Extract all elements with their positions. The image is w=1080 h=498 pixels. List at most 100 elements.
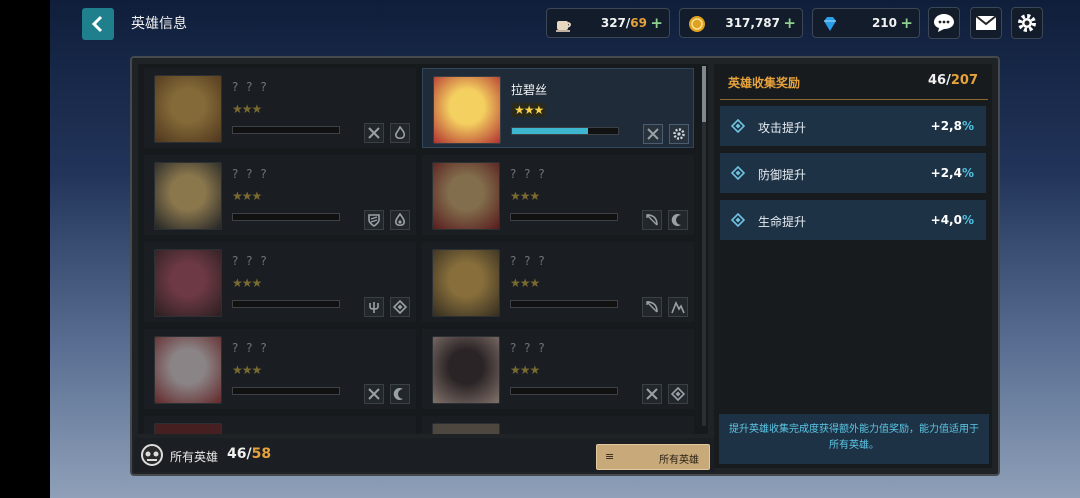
hero-progress-bar [232,387,340,395]
moon-icon[interactable] [668,210,688,230]
hero-stars: ★★★ [510,363,540,377]
diamond-bullet-icon [731,119,745,133]
reward-count: 46/207 [928,73,978,88]
hero-name: 拉碧丝 [511,83,548,97]
bow-icon[interactable] [642,297,662,317]
crossed-swords-icon[interactable] [643,124,663,144]
mail-button[interactable] [970,7,1002,39]
gold-coin-icon [689,16,705,32]
hero-card[interactable]: ? ? ? ★★★ [422,329,694,409]
stat-value: +4,0 [930,213,962,227]
diamond-value: 210 [871,16,897,30]
chat-bubble-icon [934,14,954,32]
filter-label: 所有英雄 [659,455,699,466]
moon-icon[interactable] [390,384,410,404]
hero-name: ? ? ? [510,254,547,268]
coffee-resource[interactable]: 327/69 + [546,8,670,38]
gold-add-icon[interactable]: + [783,14,796,32]
hero-stars: ★★★ [232,276,262,290]
stat-label: 攻击提升 [758,121,807,135]
chevron-left-icon [91,15,103,33]
hero-stars: ★★★ [511,103,547,117]
hero-card-partial[interactable] [422,416,694,434]
hero-name: ? ? ? [510,341,547,355]
shield-icon[interactable] [364,210,384,230]
rune-diamond-icon[interactable] [390,297,410,317]
hero-name: ? ? ? [232,80,269,94]
reward-divider [720,99,988,100]
gold-resource[interactable]: 317,787 + [679,8,803,38]
chat-button[interactable] [928,7,960,39]
stat-label: 生命提升 [758,215,807,229]
hero-portrait [432,336,500,404]
hero-card[interactable]: ? ? ? ★★★ [422,155,694,235]
hero-card[interactable]: ? ? ? ★★★ [144,242,416,322]
diamond-bullet-icon [731,166,745,180]
trident-icon[interactable] [364,297,384,317]
hero-portrait [432,423,500,434]
reward-count-value: 46 [928,73,947,88]
hero-stars: ★★★ [232,102,262,116]
hero-filter-button[interactable]: ≡ 所有英雄 [596,444,710,470]
scrollbar-thumb[interactable] [702,66,706,122]
hero-stars: ★★★ [510,276,540,290]
hero-card-partial[interactable] [144,416,416,434]
water-drop-icon[interactable] [390,210,410,230]
coffee-add-icon[interactable]: + [650,14,663,32]
hero-card[interactable]: ? ? ? ★★★ [422,242,694,322]
rune-diamond-icon[interactable] [668,384,688,404]
reward-title: 英雄收集奖励 [728,76,801,90]
hero-count-value: 46 [227,446,247,462]
hero-portrait [154,336,222,404]
hero-card[interactable]: ? ? ? ★★★ [144,155,416,235]
stat-percent: % [961,166,974,180]
hero-portrait [432,249,500,317]
gear-icon[interactable] [669,124,689,144]
settings-button[interactable] [1011,7,1043,39]
hero-card[interactable]: ? ? ? ★★★ [144,329,416,409]
hero-progress-bar [510,300,618,308]
hero-progress-bar [232,300,340,308]
hero-card[interactable]: ? ? ? ★★★ [144,68,416,148]
hero-name: ? ? ? [232,254,269,268]
diamond-gem-icon [824,17,836,31]
all-heroes-label: 所有英雄 [170,450,219,464]
hero-card[interactable]: 拉碧丝 ★★★ [422,68,694,148]
hero-portrait [154,162,222,230]
hero-count-max: 58 [251,446,272,462]
hero-stars: ★★★ [510,189,540,203]
hero-name: ? ? ? [232,167,269,181]
crossed-swords-icon[interactable] [364,384,384,404]
hero-progress-bar [510,387,618,395]
hero-collection-icon [141,444,163,466]
coffee-max: 69 [630,16,647,30]
flame-icon[interactable] [390,123,410,143]
hero-portrait [154,249,222,317]
diamond-bullet-icon [731,213,745,227]
hero-progress-bar [511,127,619,135]
gear-icon [1018,14,1036,32]
diamond-add-icon[interactable]: + [900,14,913,32]
hero-portrait [154,75,222,143]
hero-list-scrollbar[interactable] [702,66,706,426]
stat-hp-bonus: 生命提升 +4,0% [720,200,986,240]
gold-value: 317,787 [725,16,780,30]
hero-portrait [432,162,500,230]
stat-value: +2,8 [930,119,962,133]
hero-progress-bar [510,213,618,221]
page-title: 英雄信息 [131,16,187,32]
crossed-swords-icon[interactable] [642,384,662,404]
back-button[interactable] [82,8,114,40]
stat-percent: % [961,119,974,133]
collection-note: 提升英雄收集完成度获得额外能力值奖励，能力值适用于所有英雄。 [719,414,989,464]
bow-icon[interactable] [642,210,662,230]
hero-portrait [433,76,501,144]
hero-list[interactable]: ? ? ? ★★★ 拉碧丝 ★★★? ? ? ★★★? ? ? ★★★? ? ? ★★★? … [138,64,708,434]
menu-lines-icon: ≡ [605,450,615,463]
hero-name: ? ? ? [510,167,547,181]
mountain-icon[interactable] [668,297,688,317]
crossed-swords-icon[interactable] [364,123,384,143]
diamond-resource[interactable]: 210 + [812,8,920,38]
hero-name: ? ? ? [232,341,269,355]
hero-stars: ★★★ [232,189,262,203]
